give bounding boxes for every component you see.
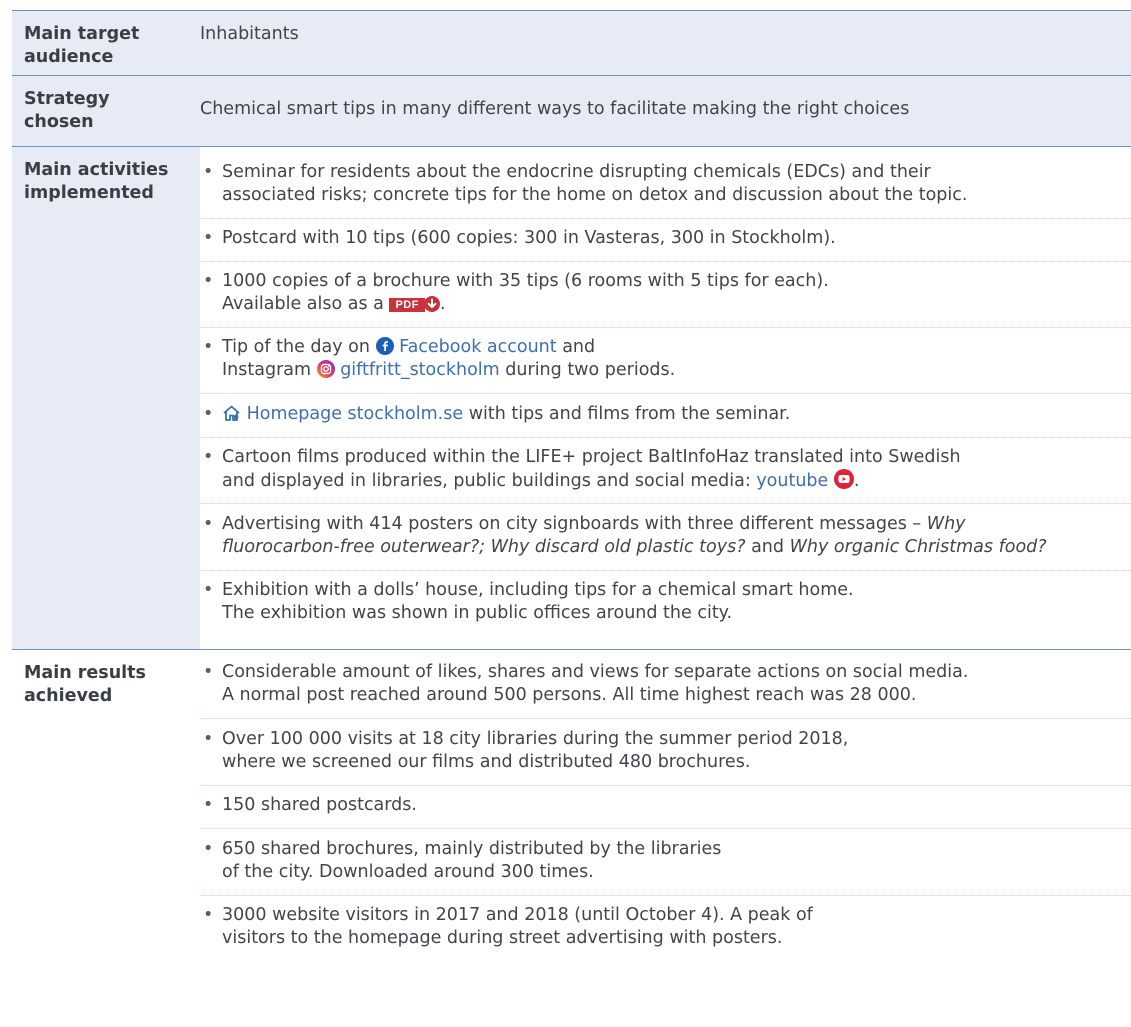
- list-item: Considerable amount of likes, shares and…: [200, 661, 1131, 707]
- divider: [200, 218, 1131, 219]
- divider: [200, 718, 1131, 719]
- row-label: Main target audience: [24, 24, 140, 67]
- list-item: 150 shared postcards.: [200, 794, 1131, 817]
- row-strategy: Strategy chosen Chemical smart tips in m…: [12, 75, 1131, 146]
- list-item: Cartoon films produced within the LIFE+ …: [200, 446, 1131, 493]
- divider: [200, 437, 1131, 438]
- youtube-link[interactable]: youtube: [756, 471, 828, 491]
- divider: [200, 570, 1131, 571]
- list-item: 3000 website visitors in 2017 and 2018 (…: [200, 904, 1131, 950]
- row-label: Main results achieved: [24, 663, 146, 706]
- divider: [200, 393, 1131, 394]
- facebook-icon[interactable]: [375, 337, 394, 355]
- pdf-download-link[interactable]: PDF: [389, 298, 425, 312]
- row-value: Inhabitants: [200, 24, 299, 44]
- list-item: Postcard with 10 tips (600 copies: 300 i…: [200, 227, 1131, 250]
- facebook-link[interactable]: Facebook account: [399, 337, 557, 357]
- row-results: Main results achieved Considerable amoun…: [12, 649, 1131, 1019]
- home-icon[interactable]: [222, 404, 241, 422]
- row-target-audience: Main target audience Inhabitants: [12, 10, 1131, 75]
- label-cell-bg: [12, 147, 200, 649]
- list-item: Over 100 000 visits at 18 city libraries…: [200, 728, 1131, 774]
- instagram-link[interactable]: giftfritt_stockholm: [340, 360, 500, 380]
- youtube-icon[interactable]: [833, 469, 854, 489]
- list-item: Homepage stockholm.se with tips and film…: [200, 403, 1131, 426]
- row-value: Chemical smart tips in many different wa…: [200, 99, 910, 119]
- divider: [200, 895, 1131, 896]
- list-item: Tip of the day on Facebook account andIn…: [200, 336, 1131, 382]
- list-item: Exhibition with a dolls’ house, includin…: [200, 579, 1131, 625]
- info-table: Main target audience Inhabitants Strateg…: [12, 10, 1131, 1019]
- row-label: Main activities implemented: [24, 160, 169, 203]
- download-icon[interactable]: [423, 296, 440, 312]
- list-item: Seminar for residents about the endocrin…: [200, 161, 1131, 207]
- list-item: 650 shared brochures, mainly distributed…: [200, 838, 1131, 884]
- divider: [200, 828, 1131, 829]
- homepage-link[interactable]: Homepage stockholm.se: [247, 404, 464, 424]
- row-label: Strategy chosen: [24, 89, 110, 132]
- instagram-icon[interactable]: [316, 360, 335, 378]
- list-item: 1000 copies of a brochure with 35 tips (…: [200, 270, 1131, 316]
- list-item: Advertising with 414 posters on city sig…: [200, 513, 1131, 559]
- divider: [200, 327, 1131, 328]
- divider: [200, 261, 1131, 262]
- divider: [200, 503, 1131, 504]
- divider: [200, 785, 1131, 786]
- row-activities: Main activities implemented Seminar for …: [12, 146, 1131, 649]
